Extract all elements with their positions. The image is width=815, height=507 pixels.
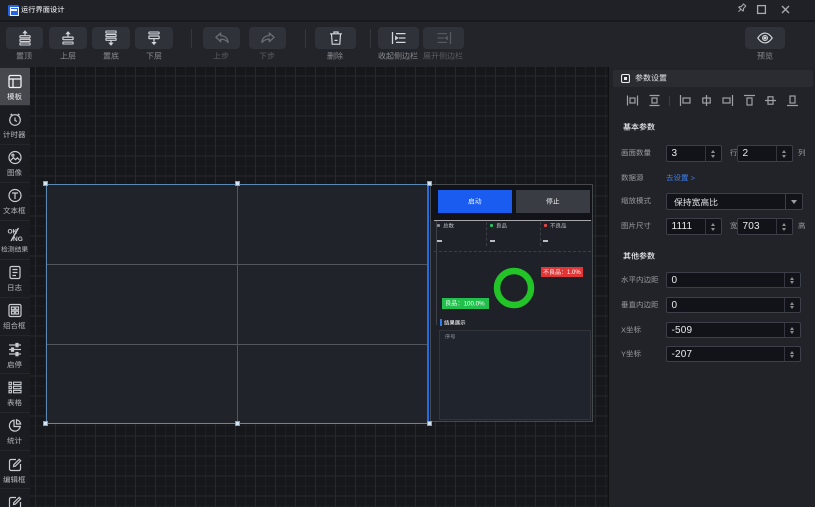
svg-text:>: > bbox=[691, 174, 696, 182]
svg-text:%: % bbox=[575, 270, 581, 276]
svg-text:NG: NG bbox=[13, 236, 23, 242]
svg-text:%: % bbox=[479, 300, 485, 307]
svg-text:Y: Y bbox=[621, 350, 626, 358]
svg-text:X: X bbox=[621, 326, 626, 334]
